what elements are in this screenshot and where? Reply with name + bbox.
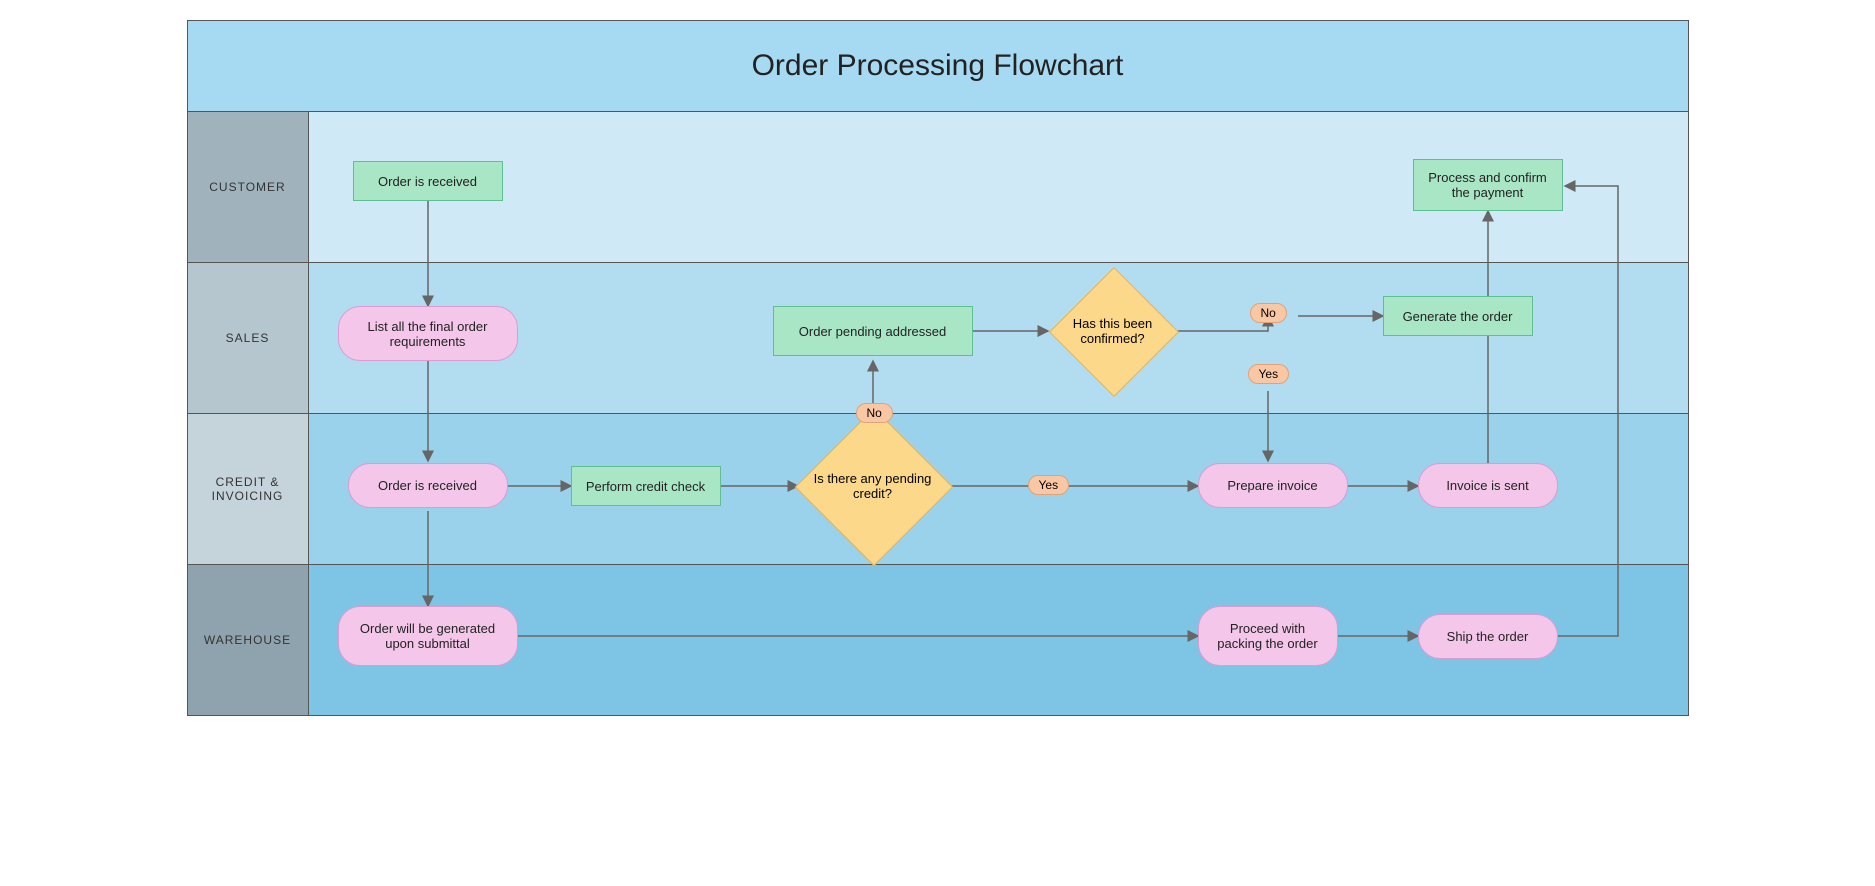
lane-sales: SALES [188,263,1688,414]
lane-label-credit: CREDIT & INVOICING [188,414,309,564]
title-bar: Order Processing Flowchart [188,21,1688,112]
chart-title: Order Processing Flowchart [752,49,1124,83]
flowchart-container: Order Processing Flowchart CUSTOMER SALE… [187,20,1689,716]
lane-label-warehouse: WAREHOUSE [188,565,309,715]
lane-label-sales: SALES [188,263,309,413]
lane-credit: CREDIT & INVOICING [188,414,1688,565]
lane-warehouse: WAREHOUSE [188,565,1688,715]
swimlanes: CUSTOMER SALES CREDIT & INVOICING WAREHO… [188,112,1688,715]
lane-label-customer: CUSTOMER [188,112,309,262]
lane-customer: CUSTOMER [188,112,1688,263]
